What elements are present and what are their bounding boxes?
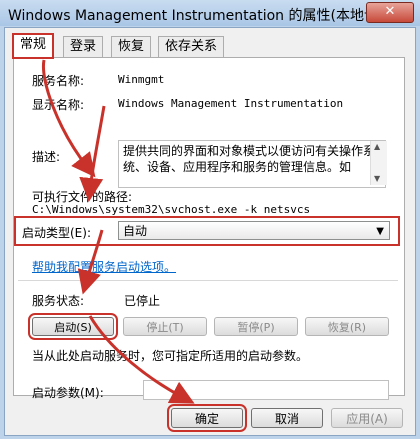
start-button[interactable]: 启动(S)	[28, 313, 118, 340]
close-button[interactable]: ✕	[366, 2, 414, 23]
display-name-value: Windows Management Instrumentation	[118, 97, 344, 110]
exe-path-value: C:\Windows\system32\svchost.exe -k netsv…	[32, 203, 311, 216]
service-status-value: 已停止	[124, 294, 161, 308]
service-name-label: 服务名称:	[32, 74, 85, 88]
scroll-down-icon[interactable]: ▼	[374, 174, 380, 183]
window-title: Windows Management Instrumentation 的属性(本…	[8, 8, 412, 24]
apply-button[interactable]: 应用(A)	[331, 408, 403, 428]
tab-logon[interactable]: 登录	[63, 36, 104, 57]
stop-button[interactable]: 停止(T)	[123, 317, 207, 336]
separator	[18, 280, 398, 281]
startup-type-value: 自动	[123, 224, 148, 238]
startup-type-select[interactable]: 自动 ▼	[118, 221, 390, 240]
close-icon: ✕	[384, 4, 396, 19]
help-link[interactable]: 帮助我配置服务启动选项。	[32, 258, 176, 275]
tab-recovery[interactable]: 恢复	[111, 36, 152, 57]
startup-type-label: 启动类型(E):	[22, 226, 91, 240]
cancel-button[interactable]: 取消	[251, 408, 323, 428]
display-name-label: 显示名称:	[32, 98, 85, 112]
start-params-input[interactable]	[143, 380, 389, 400]
window-titlebar[interactable]: Windows Management Instrumentation 的属性(本…	[0, 0, 420, 26]
dialog-frame: 常规 登录 恢复 依存关系 服务名称: Winmgmt 显示名称: Window…	[4, 27, 416, 436]
start-params-label: 启动参数(M):	[32, 386, 104, 400]
description-box[interactable]: 提供共同的界面和对象模式以便访问有关操作系统、设备、应用程序和服务的管理信息。如	[118, 140, 386, 188]
tab-dependencies[interactable]: 依存关系	[158, 36, 225, 57]
service-name-value: Winmgmt	[118, 73, 165, 86]
scroll-up-icon[interactable]: ▲	[374, 142, 380, 151]
description-label: 描述:	[32, 150, 61, 164]
start-params-hint: 当从此处启动服务时，您可指定所适用的启动参数。	[32, 349, 309, 363]
general-panel: 服务名称: Winmgmt 显示名称: Windows Management I…	[13, 57, 405, 400]
dropdown-arrow-icon[interactable]: ▼	[376, 222, 384, 241]
description-scrollbar[interactable]: ▲ ▼	[370, 141, 387, 185]
resume-button[interactable]: 恢复(R)	[305, 317, 389, 336]
tab-general[interactable]: 常规	[11, 33, 55, 59]
pause-button[interactable]: 暂停(P)	[214, 317, 298, 336]
ok-button[interactable]: 确定	[167, 404, 247, 432]
service-status-label: 服务状态:	[32, 294, 85, 308]
